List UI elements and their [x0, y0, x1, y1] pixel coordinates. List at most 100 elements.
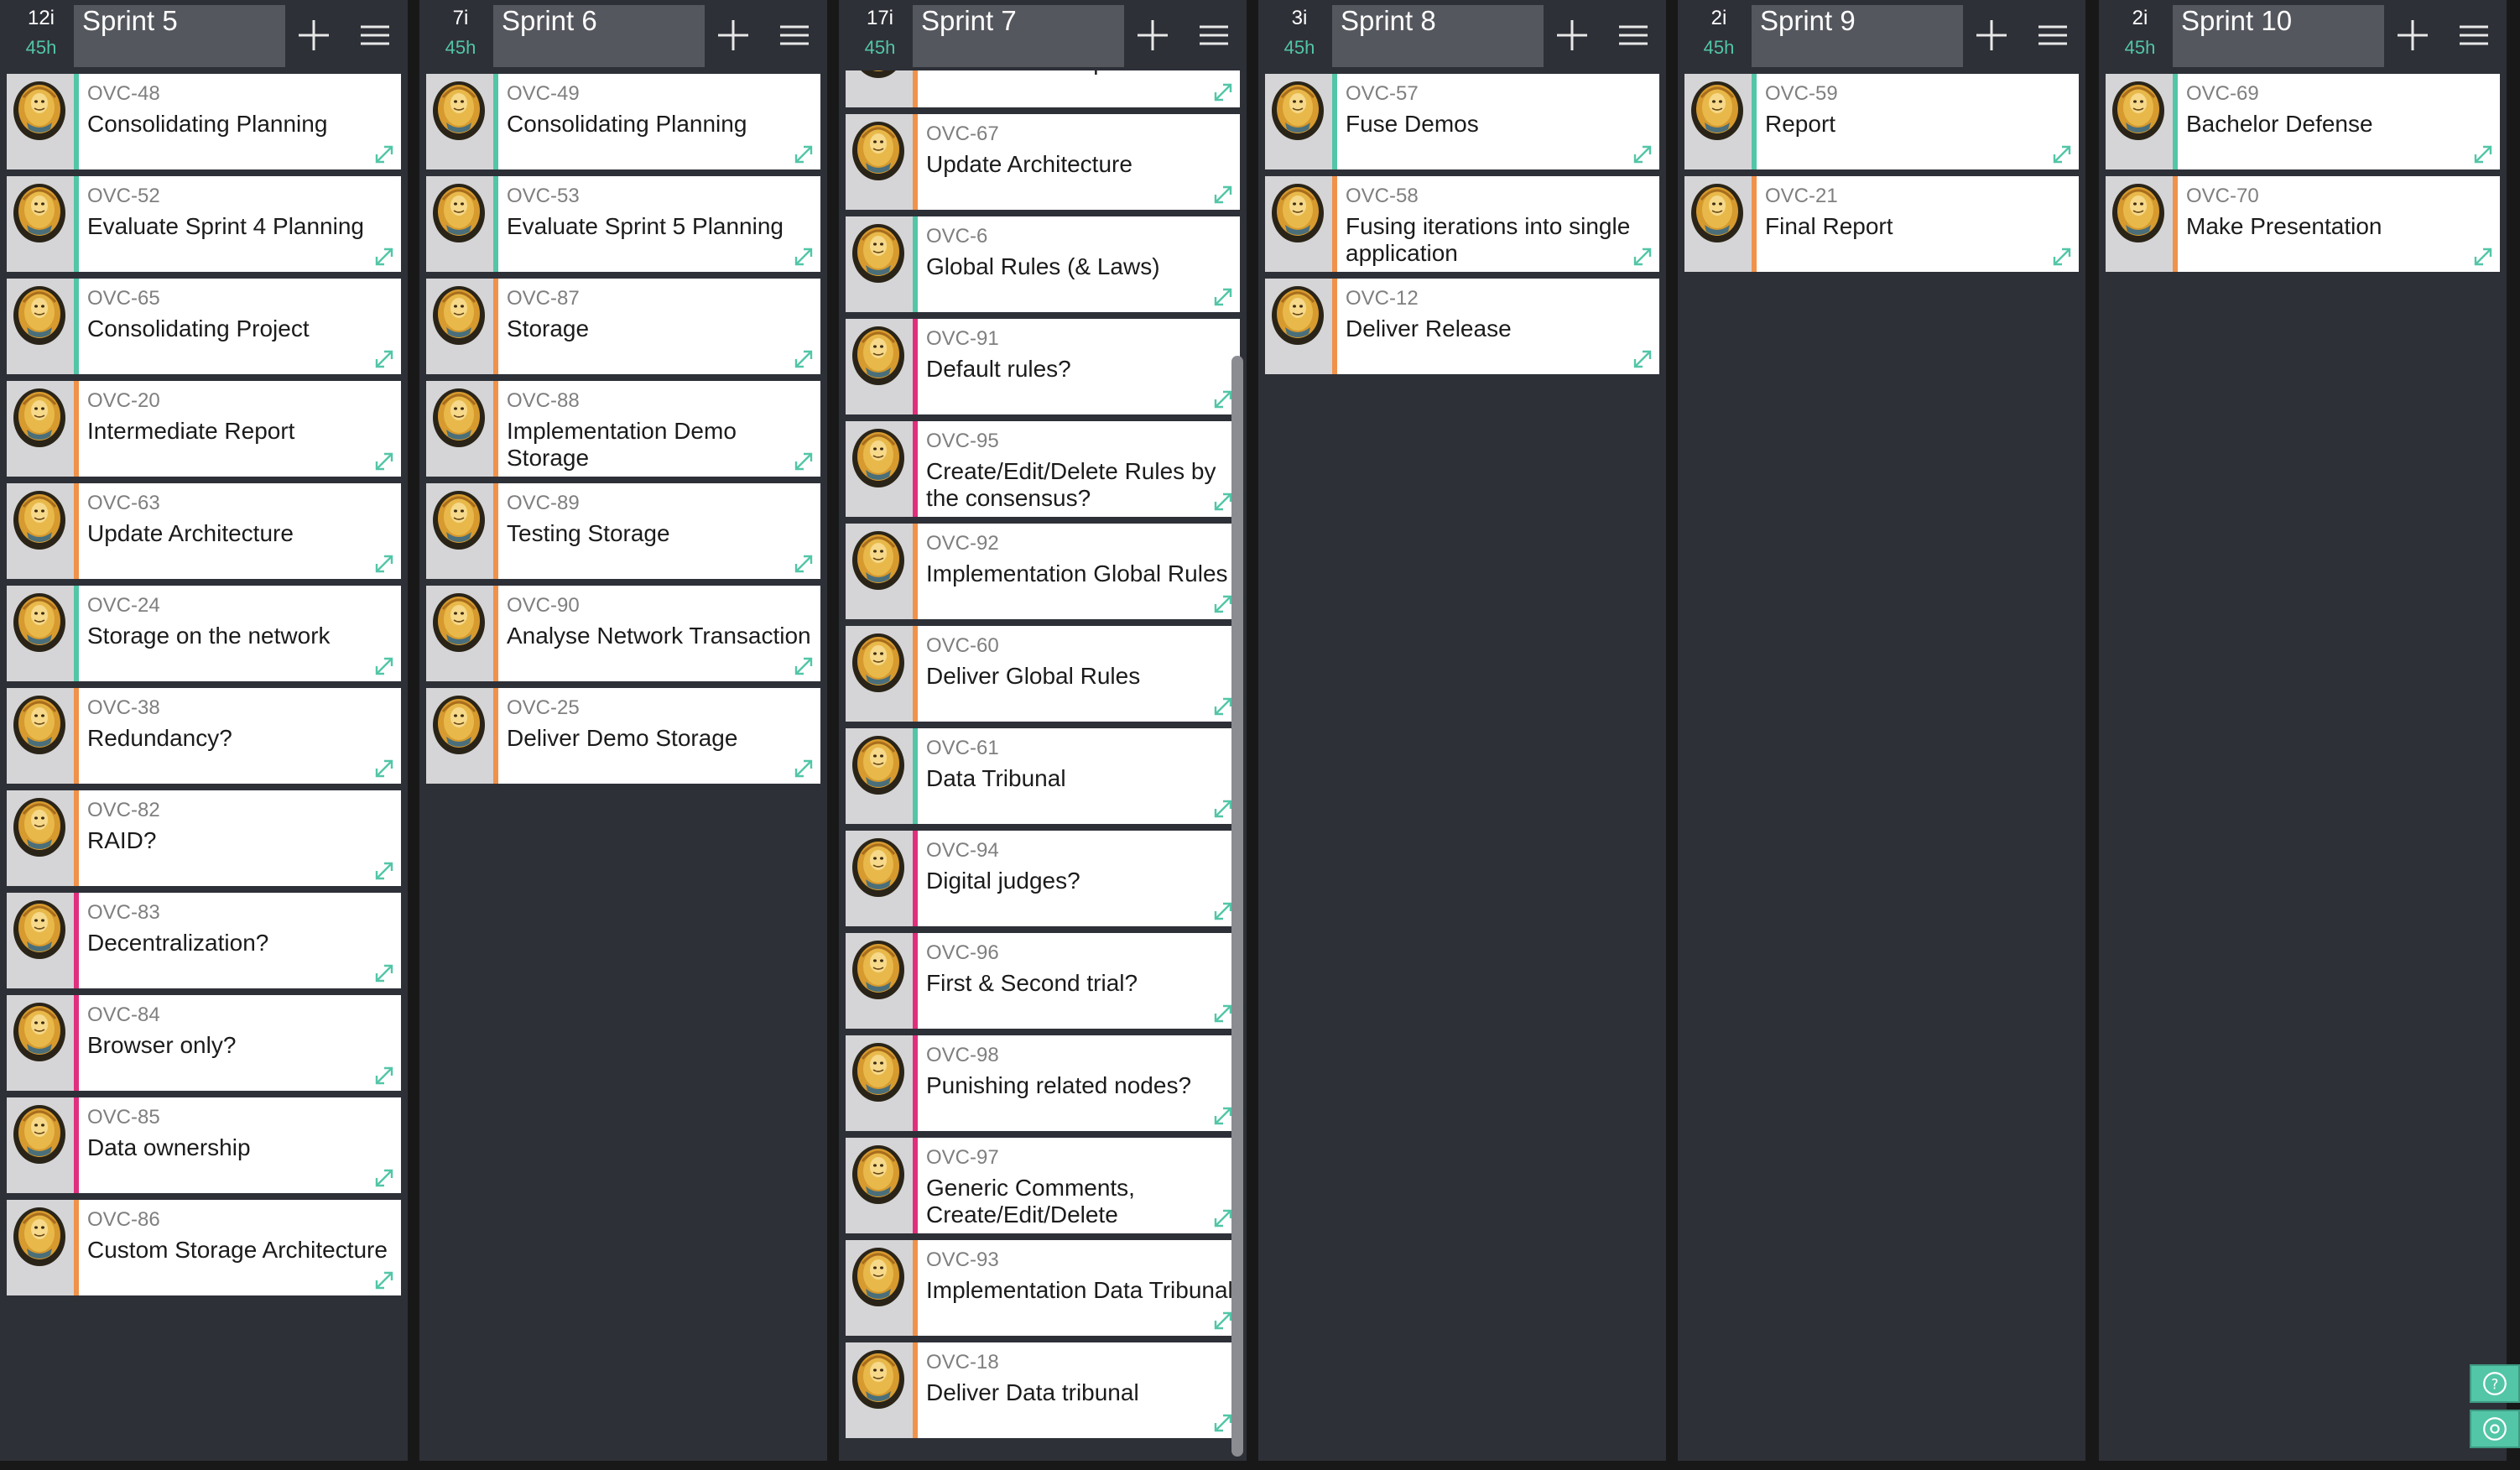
column-menu-button[interactable] — [2027, 8, 2079, 62]
card-list[interactable]: OVC-49 Consolidating Planning OVC-53 Evalu… — [419, 74, 827, 1461]
expand-icon[interactable] — [1631, 143, 1654, 166]
issue-count: 7i — [452, 7, 469, 29]
issue-card[interactable]: OVC-92 Implementation Global Rules — [846, 524, 1240, 619]
expand-icon[interactable] — [1211, 285, 1235, 309]
issue-card[interactable]: OVC-83 Decentralization? — [7, 893, 401, 988]
issue-card[interactable]: OVC-97 Generic Comments, Create/Edit/Dele… — [846, 1138, 1240, 1233]
issue-card[interactable]: OVC-63 Update Architecture — [7, 483, 401, 579]
expand-icon[interactable] — [1631, 245, 1654, 268]
expand-icon[interactable] — [2471, 143, 2495, 166]
issue-card[interactable]: OVC-98 Punishing related nodes? — [846, 1035, 1240, 1131]
issue-card[interactable]: OVC-96 First & Second trial? — [846, 933, 1240, 1029]
expand-icon[interactable] — [792, 552, 815, 576]
add-issue-button[interactable] — [289, 8, 339, 62]
issue-card[interactable]: OVC-82 RAID? — [7, 790, 401, 886]
issue-card[interactable]: OVC-18 Deliver Data tribunal — [846, 1342, 1240, 1438]
sprint-7-scrollbar[interactable] — [1231, 356, 1243, 1457]
issue-card[interactable]: OVC-12 Deliver Release — [1265, 279, 1659, 374]
sprint-title-box[interactable]: Sprint 5 — [74, 5, 285, 67]
issue-card[interactable]: OVC-52 Evaluate Sprint 4 Planning — [7, 176, 401, 272]
issue-card[interactable]: OVC-61 Data Tribunal — [846, 728, 1240, 824]
issue-card[interactable]: OVC-59 Report — [1684, 74, 2079, 169]
card-list[interactable]: OVC-59 Report OVC-21 Final Report — [1678, 74, 2085, 1461]
expand-icon[interactable] — [1631, 347, 1654, 371]
expand-icon[interactable] — [372, 654, 396, 678]
column-menu-button[interactable] — [2448, 8, 2500, 62]
sprint-title-box[interactable]: Sprint 8 — [1332, 5, 1544, 67]
sprint-title-box[interactable]: Sprint 9 — [1752, 5, 1963, 67]
expand-icon[interactable] — [372, 859, 396, 883]
issue-card[interactable]: OVC-88 Implementation Demo Storage — [426, 381, 820, 477]
sprint-title-box[interactable]: Sprint 7 — [913, 5, 1124, 67]
issue-card[interactable]: OVC-87 Storage — [426, 279, 820, 374]
issue-card[interactable]: OVC-57 Fuse Demos — [1265, 74, 1659, 169]
issue-card[interactable]: Intermediate Report — [846, 70, 1240, 107]
expand-icon[interactable] — [372, 757, 396, 780]
feedback-button[interactable] — [2470, 1410, 2520, 1448]
issue-card[interactable]: OVC-25 Deliver Demo Storage — [426, 688, 820, 784]
expand-icon[interactable] — [372, 1064, 396, 1087]
issue-card[interactable]: OVC-94 Digital judges? — [846, 831, 1240, 926]
expand-icon[interactable] — [792, 654, 815, 678]
issue-title: Generic Comments, Create/Edit/Delete — [926, 1175, 1135, 1228]
sprint-title-box[interactable]: Sprint 6 — [493, 5, 705, 67]
column-menu-button[interactable] — [1188, 8, 1240, 62]
expand-icon[interactable] — [372, 347, 396, 371]
issue-card[interactable]: OVC-84 Browser only? — [7, 995, 401, 1091]
add-issue-button[interactable] — [1127, 8, 1178, 62]
issue-card[interactable]: OVC-60 Deliver Global Rules — [846, 626, 1240, 722]
issue-card[interactable]: OVC-86 Custom Storage Architecture — [7, 1200, 401, 1295]
issue-card[interactable]: OVC-24 Storage on the network — [7, 586, 401, 681]
add-issue-button[interactable] — [1547, 8, 1597, 62]
expand-icon[interactable] — [792, 347, 815, 371]
expand-icon[interactable] — [2050, 245, 2074, 268]
card-list[interactable]: Intermediate Report OVC-67 Update Archite… — [839, 70, 1247, 1461]
expand-icon[interactable] — [792, 757, 815, 780]
issue-card[interactable]: OVC-58 Fusing iterations into single appl… — [1265, 176, 1659, 272]
card-list[interactable]: OVC-57 Fuse Demos OVC-58 Fusing iterations… — [1258, 74, 1666, 1461]
issue-card[interactable]: OVC-95 Create/Edit/Delete Rules by the co… — [846, 421, 1240, 517]
column-menu-button[interactable] — [768, 8, 820, 62]
sprint-title-box[interactable]: Sprint 10 — [2173, 5, 2384, 67]
add-issue-button[interactable] — [1966, 8, 2017, 62]
issue-card[interactable]: OVC-53 Evaluate Sprint 5 Planning — [426, 176, 820, 272]
card-list[interactable]: OVC-48 Consolidating Planning OVC-52 Evalu… — [0, 74, 408, 1461]
issue-card[interactable]: OVC-90 Analyse Network Transaction — [426, 586, 820, 681]
expand-icon[interactable] — [372, 1269, 396, 1292]
expand-icon[interactable] — [792, 450, 815, 473]
card-list[interactable]: OVC-69 Bachelor Defense OVC-70 Make Presen… — [2099, 74, 2507, 1461]
issue-card[interactable]: OVC-38 Redundancy? — [7, 688, 401, 784]
issue-card[interactable]: OVC-89 Testing Storage — [426, 483, 820, 579]
issue-card[interactable]: OVC-6 Global Rules (& Laws) — [846, 216, 1240, 312]
issue-card[interactable]: OVC-69 Bachelor Defense — [2106, 74, 2500, 169]
expand-icon[interactable] — [372, 962, 396, 985]
expand-icon[interactable] — [372, 1166, 396, 1190]
expand-icon[interactable] — [372, 450, 396, 473]
expand-icon[interactable] — [372, 143, 396, 166]
issue-card[interactable]: OVC-20 Intermediate Report — [7, 381, 401, 477]
column-menu-button[interactable] — [1607, 8, 1659, 62]
expand-icon[interactable] — [792, 245, 815, 268]
expand-icon[interactable] — [372, 552, 396, 576]
issue-card[interactable]: OVC-48 Consolidating Planning — [7, 74, 401, 169]
add-issue-button[interactable] — [2387, 8, 2438, 62]
add-issue-button[interactable] — [708, 8, 758, 62]
issue-card[interactable]: OVC-65 Consolidating Project — [7, 279, 401, 374]
issue-card[interactable]: OVC-85 Data ownership — [7, 1097, 401, 1193]
issue-card[interactable]: OVC-91 Default rules? — [846, 319, 1240, 414]
issue-card[interactable]: OVC-67 Update Architecture — [846, 114, 1240, 210]
expand-icon[interactable] — [2050, 143, 2074, 166]
expand-icon[interactable] — [2471, 245, 2495, 268]
issue-card[interactable]: OVC-21 Final Report — [1684, 176, 2079, 272]
expand-icon[interactable] — [1211, 81, 1235, 104]
expand-icon[interactable] — [372, 245, 396, 268]
expand-icon[interactable] — [792, 143, 815, 166]
assignee-cell — [7, 176, 74, 272]
issue-title: Data Tribunal — [926, 765, 1066, 791]
issue-card[interactable]: OVC-70 Make Presentation — [2106, 176, 2500, 272]
help-button[interactable]: ? — [2470, 1364, 2520, 1403]
issue-card[interactable]: OVC-93 Implementation Data Tribunal — [846, 1240, 1240, 1336]
column-menu-button[interactable] — [349, 8, 401, 62]
issue-card[interactable]: OVC-49 Consolidating Planning — [426, 74, 820, 169]
expand-icon[interactable] — [1211, 183, 1235, 206]
